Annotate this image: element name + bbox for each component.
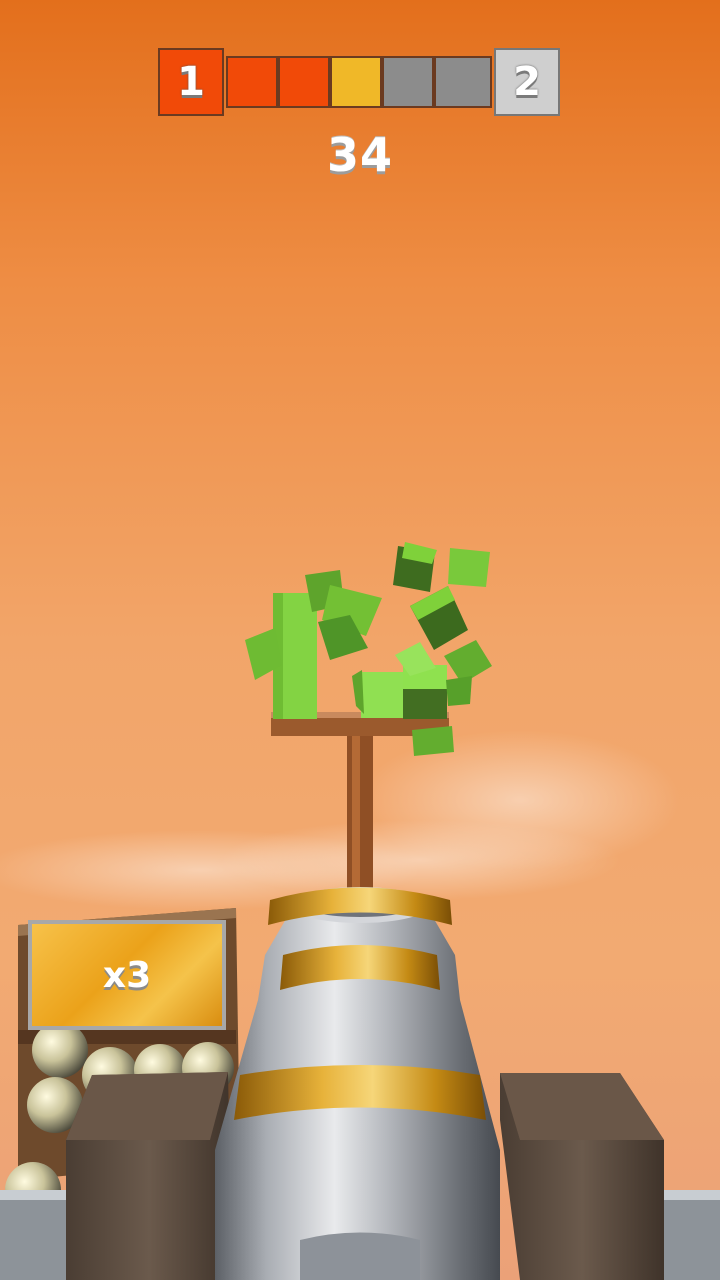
cannonball-icon	[32, 1022, 88, 1078]
current-level-badge: 1	[158, 48, 224, 116]
level-progress-bar: 1 2	[158, 48, 562, 118]
progress-segment	[330, 56, 382, 108]
next-level-badge: 2	[494, 48, 560, 116]
cannon-mount-left	[66, 1072, 232, 1280]
progress-segment	[226, 56, 278, 108]
progress-segment	[434, 56, 492, 108]
progress-segment	[382, 56, 434, 108]
cannon[interactable]	[215, 887, 500, 1280]
game-scene	[0, 542, 720, 1280]
ammo-multiplier-panel: x3	[28, 920, 226, 1030]
score-counter: 34	[326, 128, 393, 182]
progress-segment	[278, 56, 330, 108]
cannon-mount-right	[500, 1073, 664, 1280]
ammo-multiplier-label: x3	[102, 954, 152, 996]
